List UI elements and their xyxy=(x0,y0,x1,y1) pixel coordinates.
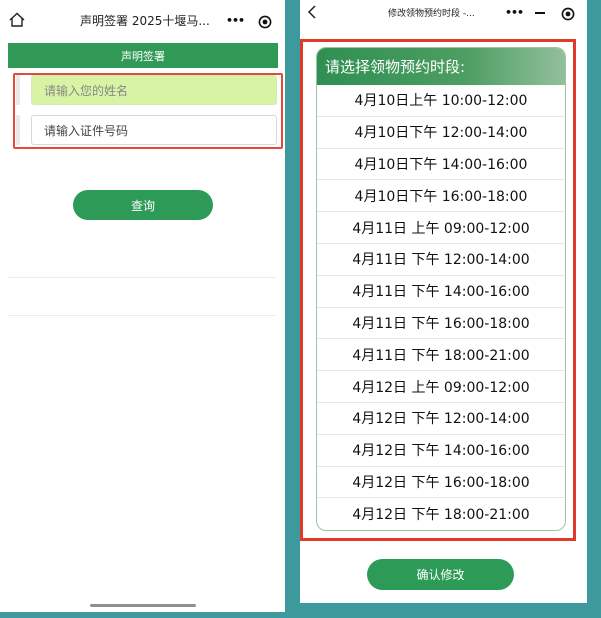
slot-items: 4月10日上午 10:00-12:00 4月10日下午 12:00-14:00 4月… xyxy=(317,85,565,530)
time-slot-option[interactable]: 4月10日下午 12:00-14:00 xyxy=(317,117,565,149)
home-indicator xyxy=(90,604,196,607)
page-title: 声明签署 2025十堰马... xyxy=(80,14,210,28)
target-icon[interactable] xyxy=(258,14,272,29)
name-input[interactable]: 请输入您的姓名 xyxy=(31,75,277,105)
time-slot-option[interactable]: 4月12日 下午 12:00-14:00 xyxy=(317,403,565,435)
home-icon[interactable] xyxy=(8,11,26,29)
divider xyxy=(8,315,276,316)
time-slot-option[interactable]: 4月12日 上午 09:00-12:00 xyxy=(317,371,565,403)
right-phone-screen: 修改领物预约时段 -... ••• 请选择领物预约时段: 4月10日上午 10:… xyxy=(300,0,587,603)
time-slot-option[interactable]: 4月11日 下午 16:00-18:00 xyxy=(317,308,565,340)
field-handle xyxy=(16,75,20,105)
time-slot-option[interactable]: 4月12日 下午 18:00-21:00 xyxy=(317,498,565,530)
time-slot-option[interactable]: 4月11日 下午 14:00-16:00 xyxy=(317,276,565,308)
query-button[interactable]: 查询 xyxy=(73,190,213,220)
more-dots-icon[interactable]: ••• xyxy=(226,13,245,29)
time-slot-option[interactable]: 4月10日下午 14:00-16:00 xyxy=(317,149,565,181)
divider xyxy=(8,277,276,278)
field-handle xyxy=(16,115,20,145)
time-slot-option[interactable]: 4月10日上午 10:00-12:00 xyxy=(317,85,565,117)
declaration-banner: 声明签署 xyxy=(8,43,278,68)
time-slot-option[interactable]: 4月10日下午 16:00-18:00 xyxy=(317,180,565,213)
more-dots-icon[interactable]: ••• xyxy=(505,5,524,21)
back-icon[interactable] xyxy=(306,4,318,20)
time-slot-option[interactable]: 4月11日 下午 12:00-14:00 xyxy=(317,244,565,276)
time-slot-option[interactable]: 4月11日 上午 09:00-12:00 xyxy=(317,212,565,244)
page-title: 修改领物预约时段 -... xyxy=(388,9,475,19)
time-slot-option[interactable]: 4月12日 下午 14:00-16:00 xyxy=(317,435,565,467)
time-slot-list: 请选择领物预约时段: 4月10日上午 10:00-12:00 4月10日下午 12… xyxy=(316,47,566,531)
slot-list-header: 请选择领物预约时段: xyxy=(317,48,565,85)
mini-program-capsule: ••• xyxy=(505,4,581,22)
mini-program-capsule: ••• xyxy=(226,12,276,30)
time-slot-option[interactable]: 4月11日 下午 18:00-21:00 xyxy=(317,339,565,372)
time-slot-option[interactable]: 4月12日 下午 16:00-18:00 xyxy=(317,467,565,499)
right-nav-bar: 修改领物预约时段 -... ••• xyxy=(300,0,587,26)
left-nav-bar: 声明签署 2025十堰马... ••• xyxy=(0,0,285,40)
left-phone-screen: 声明签署 2025十堰马... ••• 声明签署 请输入您的姓名 请输入证件号码… xyxy=(0,0,285,612)
id-number-input[interactable]: 请输入证件号码 xyxy=(31,115,277,145)
confirm-change-button[interactable]: 确认修改 xyxy=(367,559,514,590)
minimize-icon[interactable] xyxy=(535,12,545,14)
target-icon[interactable] xyxy=(561,6,575,21)
